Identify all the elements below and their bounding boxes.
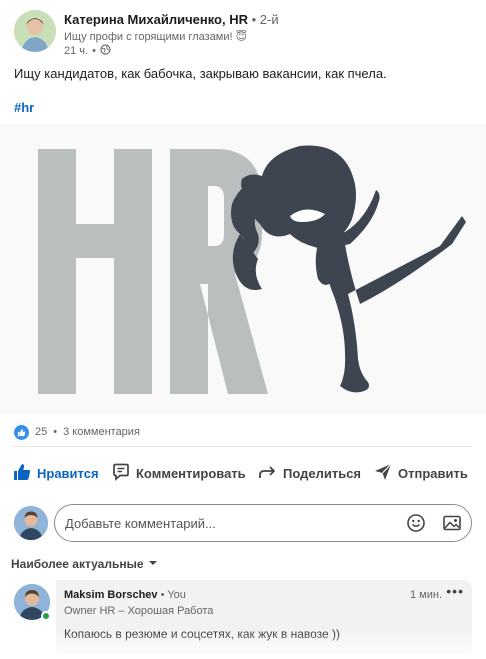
post-actions-bar: Нравится Комментировать Поделиться Отпра… [0,458,486,488]
hashtag-link[interactable]: #hr [14,100,34,115]
reactions-summary[interactable]: 25 • 3 комментария [14,423,140,441]
share-arrow-icon [258,462,278,485]
like-button[interactable]: Нравится [12,458,99,488]
comment-time: 1 мин. [409,589,442,601]
comment-item: Maksim Borschev • You Owner HR – Хорошая… [14,580,472,654]
commenter-name[interactable]: Maksim Borschev • You [64,589,186,601]
comments-count[interactable]: 3 комментария [63,426,140,438]
post-time: 21 ч. [64,45,89,57]
comment-sort-dropdown[interactable]: Наиболее актуальные [11,557,158,571]
send-plane-icon [373,462,393,485]
author-name[interactable]: Катерина Михайличенко, HR • 2-й [64,12,279,27]
comment-text: Копаюсь в резюме и соцсетях, как жук в н… [64,627,341,641]
more-options-icon[interactable]: ••• [446,583,464,599]
emoji-icon[interactable] [406,513,426,533]
divider [12,446,472,447]
share-label: Поделиться [283,465,362,481]
post-header: Катерина Михайличенко, HR • 2-й Ищу проф… [14,10,474,58]
comment-button[interactable]: Комментировать [111,458,246,488]
send-button[interactable]: Отправить [373,458,468,488]
meta-separator: • [92,45,96,57]
degree-text: 2-й [259,12,279,27]
author-name-text[interactable]: Катерина Михайличенко, HR [64,12,248,27]
commenter-name-text[interactable]: Maksim Borschev [64,589,158,601]
connection-degree: • 2-й [251,12,279,27]
post-text: Ищу кандидатов, как бабочка, закрываю ва… [14,66,387,81]
comment-bubble: Maksim Borschev • You Owner HR – Хорошая… [56,580,472,654]
author-avatar[interactable] [14,10,56,52]
add-image-icon[interactable] [442,513,462,533]
post-meta: 21 ч. • [64,44,111,58]
you-badge: • You [160,589,186,601]
caret-down-icon [148,557,158,571]
send-label: Отправить [398,465,468,481]
globe-icon [100,44,111,58]
commenter-title: Owner HR – Хорошая Работа [64,605,214,617]
reactions-count[interactable]: 25 [35,426,47,438]
author-headline: Ищу профи с горящими глазами! 😇 [64,31,248,43]
thumbs-up-icon [12,462,32,485]
like-label: Нравится [37,465,99,481]
online-status-dot [41,611,51,621]
my-avatar[interactable] [14,506,48,540]
comment-icon [111,462,131,485]
comment-label: Комментировать [136,465,246,481]
you-text: You [167,589,186,601]
like-reaction-icon [14,424,29,440]
reactions-separator: • [53,426,58,438]
share-button[interactable]: Поделиться [258,458,361,488]
sort-label: Наиболее актуальные [11,557,144,571]
post-image[interactable] [0,124,486,414]
comment-composer [14,504,472,542]
